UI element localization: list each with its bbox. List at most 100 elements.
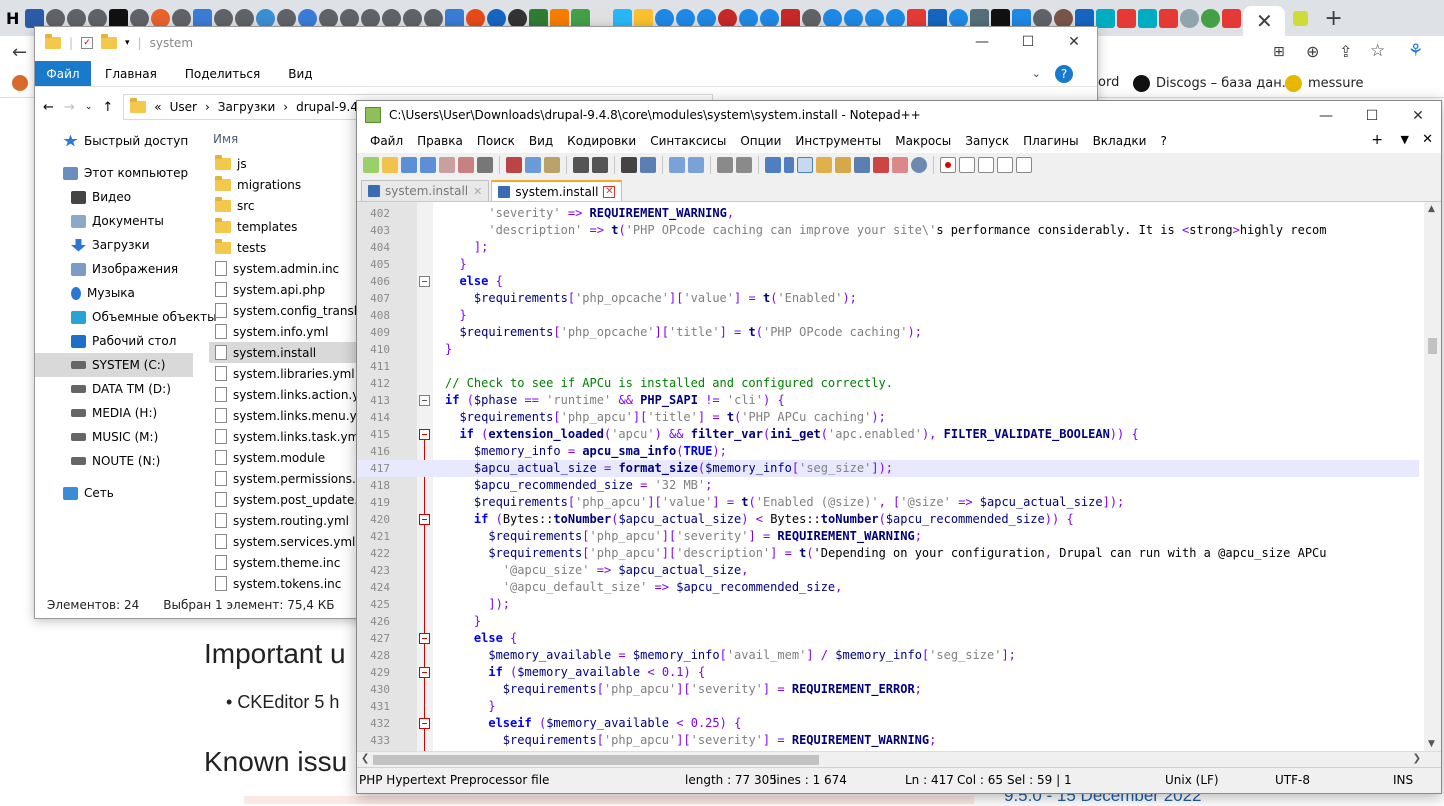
tab-icon[interactable] (361, 8, 381, 28)
tab-close-icon[interactable]: ✕ (603, 185, 616, 198)
file-row[interactable]: system.links.action.yml (209, 384, 359, 405)
menu-encoding[interactable]: Кодировки (560, 134, 643, 148)
properties-icon[interactable]: ✓ (81, 37, 94, 49)
close-tab-icon[interactable]: ✕ (1422, 132, 1433, 147)
tab-icon[interactable] (319, 8, 339, 28)
code-line[interactable]: 413 if ($phase == 'runtime' && PHP_SAPI !… (357, 392, 1419, 409)
word-wrap-icon[interactable] (765, 157, 781, 173)
active-tab-close-icon[interactable]: ✕ (1243, 6, 1286, 36)
save-all-icon[interactable] (420, 157, 436, 173)
horizontal-scroll-thumb[interactable] (373, 755, 819, 765)
fold-toggle-icon[interactable] (419, 514, 430, 525)
tab-icon[interactable] (46, 8, 66, 28)
nav-images[interactable]: Изображения (35, 257, 193, 281)
tab-icon[interactable] (592, 8, 612, 28)
code-line[interactable]: 409 $requirements['php_opcache']['title'… (357, 324, 1419, 341)
code-tab-icon[interactable] (991, 8, 1011, 28)
minimize-button[interactable]: — (959, 27, 1005, 57)
file-row[interactable]: system.post_update.php (209, 489, 359, 510)
tab-icon[interactable] (88, 8, 108, 28)
menu-help[interactable]: ? (1153, 134, 1173, 148)
code-line[interactable]: 410} (357, 341, 1419, 358)
status-insert-mode[interactable]: INS (1393, 773, 1413, 787)
file-row[interactable]: src (209, 195, 359, 216)
paste-icon[interactable] (544, 157, 560, 173)
nav-music[interactable]: Музыка (35, 281, 193, 305)
vertical-scrollbar[interactable]: ▲ ▼ (1424, 202, 1441, 751)
translate-icon[interactable]: ⊞ (1273, 44, 1285, 60)
file-row[interactable]: system.links.task.yml (209, 426, 359, 447)
ribbon-tab-share[interactable]: Поделиться (171, 61, 274, 86)
code-line[interactable]: 422 $requirements['php_apcu']['descripti… (357, 545, 1419, 562)
fold-toggle-icon[interactable] (419, 718, 430, 729)
tab-icon[interactable] (466, 8, 486, 28)
add-tab-icon[interactable]: + (1371, 132, 1383, 148)
menu-file[interactable]: Файл (363, 134, 410, 148)
history-dropdown-icon[interactable]: ⌄ (85, 102, 93, 112)
tab-icon[interactable] (487, 8, 507, 28)
file-row[interactable]: system.tokens.inc (209, 573, 359, 594)
close-file-icon[interactable] (439, 157, 455, 173)
tab-icon[interactable] (277, 8, 297, 28)
code-line[interactable]: 426 } (357, 613, 1419, 630)
code-line[interactable]: 423 '@apcu_size' => $apcu_actual_size, (357, 562, 1419, 579)
code-line[interactable]: 414 $requirements['php_apcu']['title'] =… (357, 409, 1419, 426)
bookmark-ord[interactable]: ord (1098, 75, 1119, 90)
stop-recording-icon[interactable] (959, 157, 975, 173)
code-line[interactable]: 419 $requirements['php_apcu']['value'] =… (357, 494, 1419, 511)
file-row[interactable]: system.permissions.yml (209, 468, 359, 489)
tab-icon[interactable] (718, 8, 738, 28)
code-line[interactable]: 418 $apcu_recommended_size = '32 MB'; (357, 477, 1419, 494)
code-line[interactable]: 431 } (357, 698, 1419, 715)
drupal-tab-icon[interactable] (823, 8, 843, 28)
drupal-tab-icon[interactable] (844, 8, 864, 28)
ribbon-tab-file[interactable]: Файл (35, 61, 91, 86)
code-line[interactable]: 415 if (extension_loaded('apcu') && filt… (357, 426, 1419, 443)
print-icon[interactable] (477, 157, 493, 173)
tab-icon[interactable] (256, 8, 276, 28)
nav-music-m[interactable]: MUSIC (M:) (35, 425, 193, 449)
tab-icon[interactable] (1033, 8, 1053, 28)
tab-icon[interactable] (235, 8, 255, 28)
file-row[interactable]: system.theme.inc (209, 552, 359, 573)
code-line[interactable]: 402 'severity' => REQUIREMENT_WARNING, (357, 205, 1419, 222)
scroll-right-icon[interactable]: ❯ (1413, 753, 1421, 764)
code-line[interactable]: 406 else { (357, 273, 1419, 290)
nav-documents[interactable]: Документы (35, 209, 193, 233)
tab-icon[interactable] (382, 8, 402, 28)
code-line[interactable]: 420 if (Bytes::toNumber($apcu_actual_siz… (357, 511, 1419, 528)
code-line[interactable]: 416 $memory_info = apcu_sma_info(TRUE); (357, 443, 1419, 460)
tab-icon[interactable] (1054, 8, 1074, 28)
drupal-tab-icon[interactable] (886, 8, 906, 28)
doc-map-icon[interactable] (835, 157, 851, 173)
close-button[interactable]: ✕ (1395, 101, 1441, 131)
record-macro-icon[interactable] (940, 157, 956, 173)
tab-close-icon[interactable]: ✕ (473, 185, 482, 198)
tab-icon[interactable] (424, 8, 444, 28)
tab-icon[interactable] (403, 8, 423, 28)
code-line[interactable]: 411 (357, 358, 1419, 375)
copy-icon[interactable] (525, 157, 541, 173)
save-icon[interactable] (401, 157, 417, 173)
breadcrumb-item[interactable]: Загрузки (218, 100, 276, 114)
tab-icon[interactable] (928, 8, 948, 28)
menu-macro[interactable]: Макросы (888, 134, 958, 148)
tab-icon[interactable] (1096, 8, 1116, 28)
yandex-tab-icon[interactable] (1159, 8, 1179, 28)
tab-icon[interactable] (508, 8, 528, 28)
run-macro-multiple-icon[interactable] (997, 157, 1013, 173)
terminal-tab-icon[interactable] (109, 8, 129, 28)
bookmark-star-icon[interactable]: ☆ (1370, 41, 1385, 61)
up-arrow-icon[interactable]: ↑ (102, 100, 113, 115)
file-row[interactable]: tests (209, 237, 359, 258)
tab-icon[interactable] (949, 8, 969, 28)
zoom-out-icon[interactable] (688, 157, 704, 173)
nav-3d-objects[interactable]: Объемные объекты (35, 305, 217, 329)
open-file-icon[interactable] (382, 157, 398, 173)
folder-as-workspace-icon[interactable] (873, 157, 889, 173)
wordpress-tab-icon[interactable] (25, 8, 45, 28)
sync-horizontal-icon[interactable] (736, 157, 752, 173)
menu-search[interactable]: Поиск (470, 134, 522, 148)
close-all-icon[interactable] (458, 157, 474, 173)
nav-video[interactable]: Видео (35, 185, 193, 209)
